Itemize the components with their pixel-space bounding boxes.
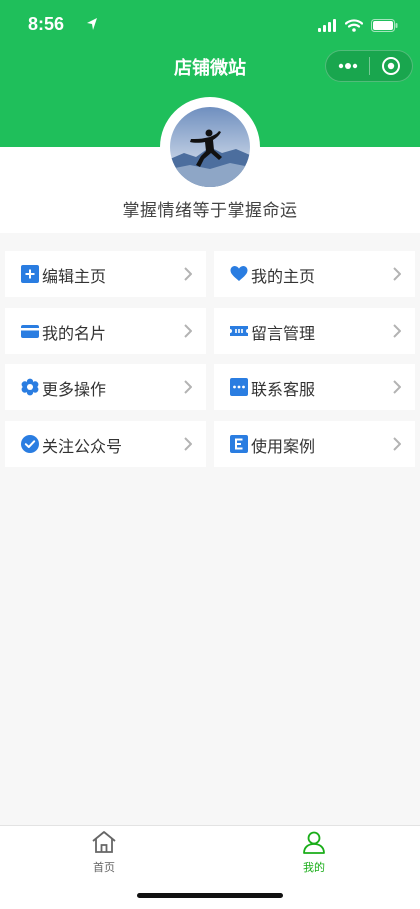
chevron-right-icon	[393, 379, 402, 398]
chat-dots-icon	[230, 378, 248, 396]
menu-item-follow-official[interactable]: 关注公众号	[5, 421, 206, 467]
e-square-icon	[230, 435, 248, 453]
status-bar: 8:56	[0, 0, 420, 48]
battery-icon	[371, 17, 398, 36]
flower-gear-icon	[21, 378, 39, 396]
chevron-right-icon	[184, 436, 193, 455]
tab-home-label: 首页	[93, 861, 115, 874]
tab-mine[interactable]: 我的	[284, 830, 344, 875]
menu-item-my-homepage[interactable]: 我的主页	[214, 251, 415, 297]
chevron-right-icon	[184, 323, 193, 342]
menu-item-message-manage[interactable]: 留言管理	[214, 308, 415, 354]
menu-item-label: 使用案例	[251, 437, 316, 456]
card-icon	[21, 322, 39, 340]
edit-square-icon	[21, 265, 39, 283]
menu-item-label: 关注公众号	[42, 437, 123, 456]
ticket-icon	[230, 322, 248, 340]
profile-name: 掌握情绪等于掌握命运	[122, 201, 298, 221]
status-time: 8:56	[28, 14, 65, 34]
home-indicator	[137, 893, 283, 898]
menu-item-label: 联系客服	[251, 380, 316, 399]
miniprogram-capsule	[325, 50, 413, 82]
avatar[interactable]	[170, 107, 250, 187]
menu-item-use-cases[interactable]: 使用案例	[214, 421, 415, 467]
location-arrow-icon	[86, 16, 98, 35]
check-circle-icon	[21, 435, 39, 453]
menu-item-edit-home[interactable]: 编辑主页	[5, 251, 206, 297]
chevron-right-icon	[393, 436, 402, 455]
menu-item-my-card[interactable]: 我的名片	[5, 308, 206, 354]
menu-item-label: 更多操作	[42, 380, 107, 399]
menu-item-more-actions[interactable]: 更多操作	[5, 364, 206, 410]
chevron-right-icon	[184, 379, 193, 398]
close-target-icon[interactable]	[370, 51, 412, 81]
heart-icon	[230, 265, 248, 283]
chevron-right-icon	[184, 266, 193, 285]
chevron-right-icon	[393, 323, 402, 342]
more-dots-icon[interactable]	[326, 51, 369, 81]
menu-item-label: 留言管理	[251, 324, 316, 343]
home-icon	[91, 831, 117, 858]
menu-item-label: 我的主页	[251, 267, 316, 286]
status-indicators	[318, 17, 398, 36]
menu-item-label: 编辑主页	[42, 267, 107, 286]
wifi-icon	[344, 17, 364, 36]
user-icon	[302, 831, 326, 858]
signal-icon	[318, 17, 337, 36]
chevron-right-icon	[393, 266, 402, 285]
tab-home[interactable]: 首页	[74, 830, 134, 875]
tab-mine-label: 我的	[303, 861, 325, 874]
menu-item-label: 我的名片	[42, 324, 107, 343]
menu-item-contact-service[interactable]: 联系客服	[214, 364, 415, 410]
